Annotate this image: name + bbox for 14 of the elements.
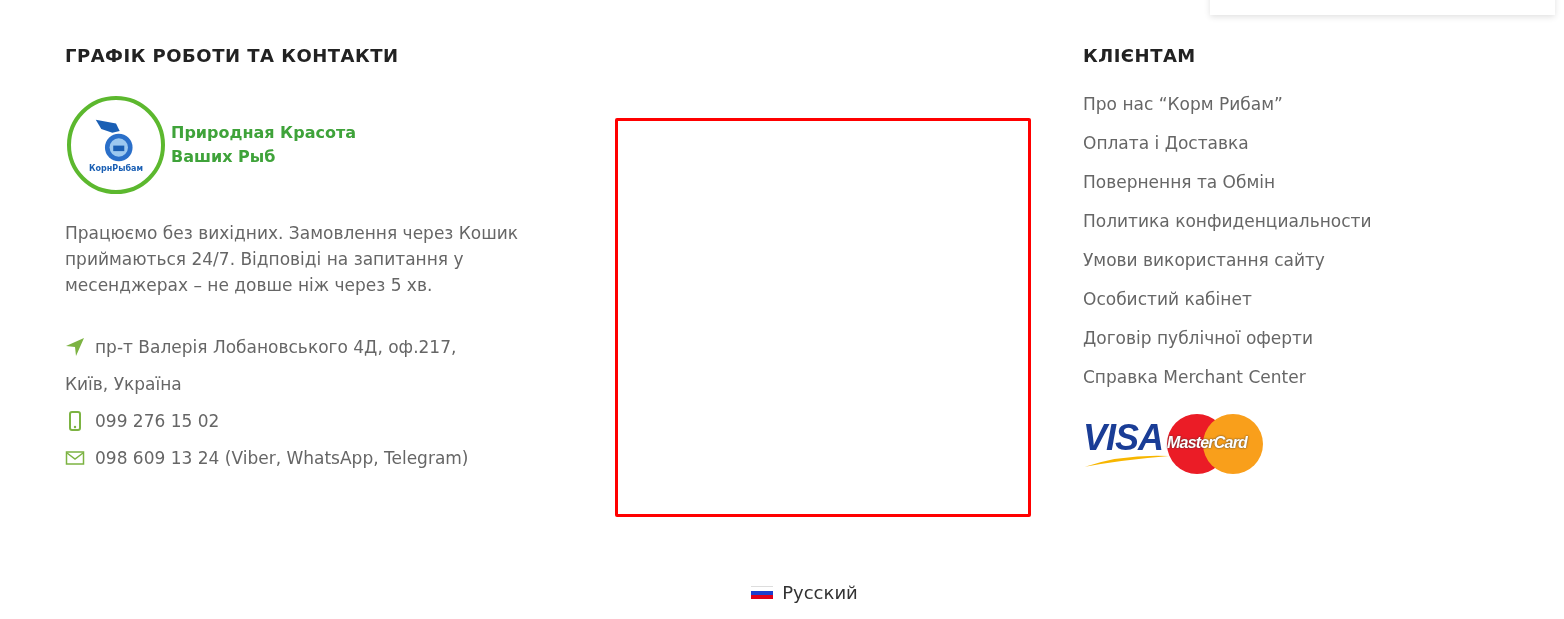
logo-text: КорнРыбам <box>89 163 143 173</box>
description-text: Працюємо без вихідних. Замовлення через Кошик приймаються 24/7. Відповіді на запитання у месенджерах – не довше ніж через 5 хв. <box>65 222 520 297</box>
section-heading: ГРАФІК РОБОТИ ТА КОНТАКТИ <box>65 44 400 68</box>
section-heading: КЛІЄНТАМ <box>1083 44 1197 68</box>
russia-flag-icon <box>751 585 774 600</box>
contact-text: 098 609 13 24 (Viber, WhatsApp, Telegram) <box>95 447 469 468</box>
visa-logo: VISA <box>1083 420 1165 456</box>
contact-text: пр-т Валерія Лобановського 4Д, оф.217, <box>95 336 457 357</box>
logo-slogan: Природная Красота <box>171 122 356 144</box>
language-link[interactable]: Русский <box>751 582 858 603</box>
location-arrow-icon <box>65 336 85 357</box>
logo-slogan: Ваших Рыб <box>171 146 277 168</box>
contact-text: Київ, Україна <box>65 373 182 394</box>
contact-text: 099 276 15 02 <box>95 410 220 431</box>
